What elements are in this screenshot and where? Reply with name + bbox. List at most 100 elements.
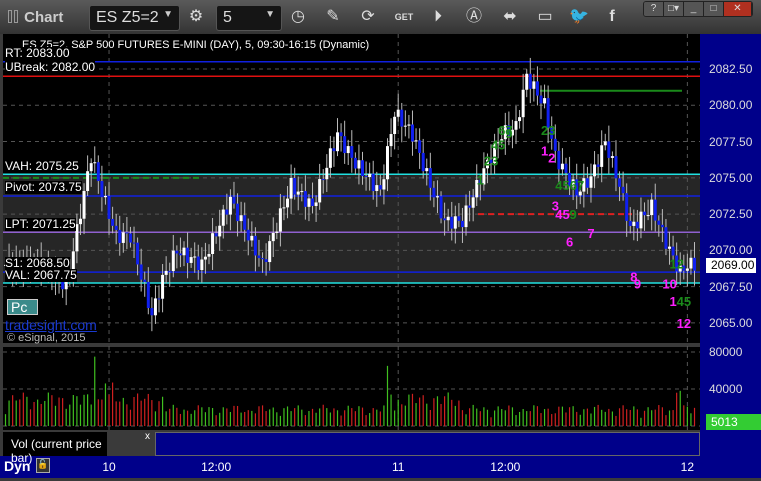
close-button[interactable]: ✕: [724, 2, 752, 16]
candle-body: [86, 171, 90, 191]
candle-body: [168, 270, 172, 272]
candle-body: [689, 257, 693, 269]
candle-body: [400, 109, 404, 127]
candle-body: [535, 81, 539, 96]
candle-body: [457, 216, 461, 221]
candle-body: [453, 216, 457, 229]
candle-body: [311, 198, 315, 206]
candle-body: [193, 256, 197, 258]
price-tick-label: 2065.00: [709, 315, 753, 330]
candle-body: [439, 196, 443, 219]
price-chart[interactable]: 12345679 231 24567345 9678912101 4512: [0, 34, 761, 481]
link-icon[interactable]: ⬌: [498, 6, 522, 28]
candle-body: [161, 274, 165, 299]
candle-body: [125, 232, 129, 234]
refresh-icon[interactable]: ⟳: [356, 6, 380, 28]
candle-body: [289, 177, 293, 199]
candle-body: [321, 179, 325, 181]
candle-body: [78, 218, 82, 225]
candle-body: [421, 152, 425, 172]
setup-count-label: 9: [634, 277, 641, 292]
chart-header: ES Z5=2, S&P 500 FUTURES E-MINI (DAY), 5…: [22, 39, 370, 51]
candle-body: [539, 95, 543, 104]
symbol-select[interactable]: ES Z5=2 ▼: [89, 5, 180, 31]
play-icon[interactable]: ⏵: [426, 6, 450, 28]
candle-body: [225, 209, 229, 215]
candle-body: [364, 176, 368, 178]
candle-body: [264, 259, 268, 263]
candle-body: [625, 193, 629, 221]
dock-button[interactable]: □▾: [664, 2, 684, 16]
candle-body: [89, 163, 93, 172]
lock-icon[interactable]: 🔓: [36, 458, 50, 473]
candle-body: [246, 229, 250, 241]
candle-body: [671, 246, 675, 256]
candle-body: [228, 196, 232, 215]
get-icon[interactable]: GET: [392, 6, 416, 28]
setup-count-label: 45: [677, 294, 691, 309]
candle-body: [268, 241, 272, 263]
candle-body: [639, 211, 643, 229]
candle-body: [660, 224, 664, 228]
candle-body: [121, 232, 125, 243]
symbol-settings-icon[interactable]: ⚙: [184, 6, 208, 28]
candle-body: [82, 190, 86, 219]
help-button[interactable]: ?: [644, 2, 664, 16]
candle-body: [385, 146, 389, 180]
maximize-button[interactable]: □: [704, 2, 724, 16]
level-label: RT: 2083.00: [5, 46, 70, 60]
candle-body: [464, 205, 468, 228]
candle-body: [114, 225, 118, 230]
candle-body: [564, 163, 568, 173]
current-price-marker: 2069.00: [706, 258, 756, 273]
candle-body: [460, 220, 464, 228]
candle-body: [175, 250, 179, 254]
candle-body: [250, 235, 254, 241]
close-study-icon[interactable]: x: [145, 431, 150, 442]
candle-body: [632, 221, 636, 226]
candle-body: [378, 185, 382, 190]
candle-body: [275, 231, 279, 233]
comment-icon[interactable]: ▭: [533, 6, 557, 28]
candle-body: [353, 157, 357, 169]
candle-body: [414, 140, 418, 142]
candle-body: [396, 109, 400, 117]
pencil-icon[interactable]: ✎: [321, 6, 345, 28]
volume-tick-label: 80000: [709, 345, 743, 359]
candle-body: [607, 141, 611, 158]
candle-body: [603, 141, 607, 146]
candle-body: [232, 196, 236, 204]
level-label: UBreak: 2082.00: [5, 60, 96, 74]
candle-body: [371, 173, 375, 191]
candle-body: [132, 242, 136, 244]
window-controls: ? □▾ _ □ ✕: [643, 1, 753, 17]
candle-body: [600, 145, 604, 167]
twitter-icon[interactable]: 🐦: [567, 6, 591, 28]
candle-body: [239, 215, 243, 222]
candle-body: [557, 150, 561, 170]
candle-body: [468, 205, 472, 208]
candle-body: [218, 225, 222, 237]
volume-tick-label: 40000: [709, 382, 743, 396]
current-volume-marker: 5013: [706, 414, 761, 430]
clock-icon[interactable]: ◷: [286, 6, 310, 28]
candle-body: [153, 298, 157, 316]
candle-body: [150, 308, 154, 316]
price-tick-label: 2080.00: [709, 98, 753, 113]
facebook-icon[interactable]: f: [600, 6, 624, 28]
price-tick-label: 2070.00: [709, 243, 753, 258]
candle-body: [646, 215, 650, 217]
candle-body: [389, 134, 393, 147]
volume-study-label[interactable]: Vol (current price bar): [3, 432, 107, 465]
candle-body: [614, 156, 618, 179]
dynamic-label[interactable]: Dyn: [4, 458, 30, 474]
price-tick-label: 2077.50: [709, 134, 753, 149]
chevron-down-icon: ▼: [265, 9, 275, 20]
interval-select[interactable]: 5 ▼: [216, 5, 282, 31]
alert-icon[interactable]: Ⓐ: [462, 6, 486, 28]
candle-body: [393, 116, 397, 135]
minimize-button[interactable]: _: [684, 2, 704, 16]
candle-body: [300, 191, 304, 193]
pc-button[interactable]: Pc: [7, 299, 38, 315]
candle-body: [428, 168, 432, 188]
